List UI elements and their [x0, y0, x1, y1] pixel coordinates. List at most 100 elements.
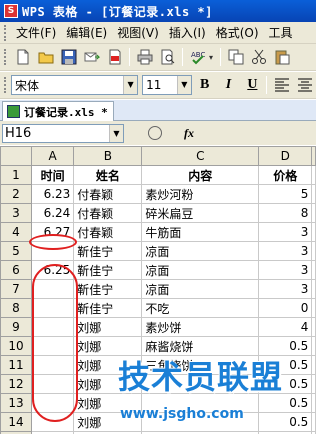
cell-d[interactable]: 3 [258, 241, 313, 261]
row-header[interactable]: 9 [0, 317, 32, 337]
cell-e[interactable] [311, 165, 316, 185]
row-header[interactable]: 11 [0, 355, 32, 375]
cell-d[interactable]: 5 [258, 184, 313, 204]
underline-button[interactable]: U [241, 75, 263, 95]
export-pdf-icon[interactable] [104, 47, 125, 68]
cell-b[interactable]: 付春颖 [73, 203, 143, 223]
cell-e[interactable] [311, 298, 316, 318]
column-header-c[interactable]: C [141, 146, 260, 166]
menu-tools[interactable]: 工具 [264, 24, 298, 41]
paste-icon[interactable] [271, 47, 292, 68]
name-box[interactable]: H16 ▼ [2, 123, 124, 143]
save-icon[interactable] [58, 47, 79, 68]
search-icon[interactable] [148, 126, 162, 140]
cell-d[interactable]: 价格 [258, 165, 313, 185]
menu-file[interactable]: 文件(F) [11, 24, 61, 41]
cell-a[interactable]: 6.24 [30, 203, 75, 223]
toolbar-grip[interactable] [4, 24, 7, 41]
cell-b[interactable]: 刘娜 [73, 374, 143, 394]
menu-view[interactable]: 视图(V) [112, 24, 164, 41]
row-header[interactable]: 12 [0, 374, 32, 394]
menu-format[interactable]: 格式(O) [211, 24, 264, 41]
cell-d[interactable]: 0.5 [258, 374, 313, 394]
cell-c[interactable]: 内容 [141, 165, 260, 185]
cell-c[interactable]: 不吃 [141, 298, 260, 318]
align-center-icon[interactable] [294, 75, 315, 96]
cell-c[interactable]: 碎米扁豆 [141, 203, 260, 223]
column-header-b[interactable]: B [73, 146, 143, 166]
column-header-d[interactable]: D [258, 146, 313, 166]
menu-edit[interactable]: 编辑(E) [61, 24, 112, 41]
cell-e[interactable] [311, 279, 316, 299]
print-preview-icon[interactable] [157, 47, 178, 68]
menu-insert[interactable]: 插入(I) [164, 24, 211, 41]
cell-e[interactable] [311, 222, 316, 242]
cell-c[interactable]: 三角烧饼 [141, 355, 260, 375]
chevron-down-icon[interactable]: ▼ [176, 76, 191, 94]
row-header[interactable]: 7 [0, 279, 32, 299]
cell-c[interactable]: 凉面 [141, 241, 260, 261]
toolbar-grip[interactable] [4, 49, 7, 65]
select-all-corner[interactable] [0, 146, 32, 166]
cell-d[interactable]: 8 [258, 203, 313, 223]
row-header[interactable]: 5 [0, 241, 32, 261]
cell-d[interactable]: 0.5 [258, 393, 313, 413]
row-header[interactable]: 4 [0, 222, 32, 242]
cell-b[interactable]: 刘娜 [73, 317, 143, 337]
cell-b[interactable]: 刘娜 [73, 355, 143, 375]
cell-c[interactable] [141, 374, 260, 394]
new-file-icon[interactable] [12, 47, 33, 68]
toolbar-grip[interactable] [4, 77, 7, 93]
chevron-down-icon[interactable]: ▼ [123, 76, 138, 94]
italic-button[interactable]: I [218, 75, 240, 95]
row-header[interactable]: 1 [0, 165, 32, 185]
wps-app-icon[interactable]: S [4, 4, 18, 18]
cell-d[interactable]: 4 [258, 317, 313, 337]
cell-d[interactable]: 3 [258, 279, 313, 299]
document-tab[interactable]: 订餐记录.xls * [2, 101, 114, 121]
row-header[interactable]: 13 [0, 393, 32, 413]
row-header[interactable]: 10 [0, 336, 32, 356]
cell-d[interactable]: 0.5 [258, 412, 313, 432]
cell-e[interactable] [311, 336, 316, 356]
cell-e[interactable] [311, 241, 316, 261]
cell-b[interactable]: 靳佳宁 [73, 298, 143, 318]
print-icon[interactable] [134, 47, 155, 68]
cell-c[interactable]: 素炒河粉 [141, 184, 260, 204]
chevron-down-icon[interactable]: ▼ [109, 124, 123, 142]
cell-a[interactable]: 6.23 [30, 184, 75, 204]
cell-c[interactable]: 凉面 [141, 260, 260, 280]
spellcheck-icon[interactable]: ABC [187, 47, 208, 68]
cell-b[interactable]: 刘娜 [73, 393, 143, 413]
font-size-select[interactable]: 11 ▼ [142, 75, 192, 95]
cell-e[interactable] [311, 260, 316, 280]
cell-b[interactable]: 靳佳宁 [73, 260, 143, 280]
cell-b[interactable]: 靳佳宁 [73, 241, 143, 261]
cell-d[interactable]: 0 [258, 298, 313, 318]
column-header-a[interactable]: A [30, 146, 75, 166]
cell-c[interactable]: 素炒饼 [141, 317, 260, 337]
copy-icon[interactable] [225, 47, 246, 68]
row-header[interactable]: 3 [0, 203, 32, 223]
cell-e[interactable] [311, 412, 316, 432]
cell-e[interactable] [311, 355, 316, 375]
cell-b[interactable]: 靳佳宁 [73, 279, 143, 299]
cell-c[interactable] [141, 412, 260, 432]
insert-function-button[interactable]: fx [184, 126, 194, 141]
cell-c[interactable]: 凉面 [141, 279, 260, 299]
cell-e[interactable] [311, 203, 316, 223]
cell-b[interactable]: 姓名 [73, 165, 143, 185]
email-icon[interactable] [81, 47, 102, 68]
cell-e[interactable] [311, 393, 316, 413]
cell-e[interactable] [311, 317, 316, 337]
chevron-down-icon[interactable]: ▾ [209, 53, 217, 62]
font-name-select[interactable]: 宋体 ▼ [11, 75, 139, 95]
cell-e[interactable] [311, 184, 316, 204]
cell-c[interactable] [141, 393, 260, 413]
cell-a[interactable]: 时间 [30, 165, 75, 185]
cell-c[interactable]: 牛筋面 [141, 222, 260, 242]
cut-icon[interactable] [248, 47, 269, 68]
open-folder-icon[interactable] [35, 47, 56, 68]
cell-b[interactable]: 付春颖 [73, 184, 143, 204]
cell-b[interactable]: 刘娜 [73, 336, 143, 356]
